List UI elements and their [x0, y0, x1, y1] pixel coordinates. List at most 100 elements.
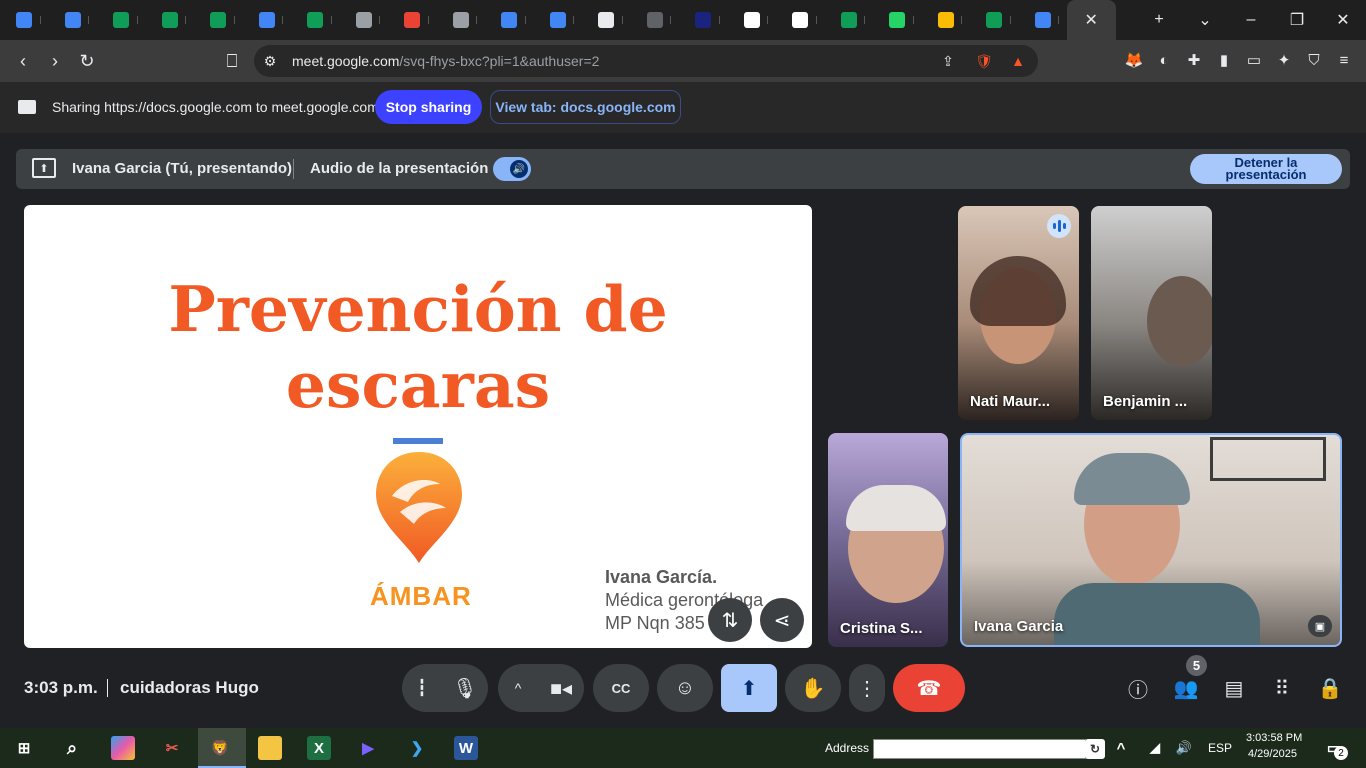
browser-tab[interactable]	[340, 0, 389, 40]
browser-tab[interactable]	[485, 0, 534, 40]
copilot-icon[interactable]	[111, 736, 135, 760]
browser-tab[interactable]	[243, 0, 292, 40]
participant-tile[interactable]: Benjamin ...	[1091, 206, 1212, 420]
volume-icon[interactable]: 🔊	[1172, 736, 1196, 760]
browser-tab[interactable]	[631, 0, 680, 40]
participant-tile-self[interactable]: Ivana Garcia ▣	[960, 433, 1342, 647]
browser-tab[interactable]	[776, 0, 825, 40]
divider	[293, 159, 294, 179]
file-explorer-icon[interactable]	[258, 736, 282, 760]
browser-tab[interactable]	[825, 0, 874, 40]
address-bar[interactable]: ⚙ meet.google.com/svq-fhys-bxc?pli=1&aut…	[254, 45, 1038, 77]
back-button[interactable]: ‹	[8, 46, 38, 76]
browser-tab[interactable]	[146, 0, 195, 40]
browser-tab[interactable]	[728, 0, 777, 40]
presentation-audio-toggle[interactable]: 🔊	[493, 157, 531, 181]
browser-tab[interactable]	[534, 0, 583, 40]
forward-button[interactable]: ›	[40, 46, 70, 76]
start-icon[interactable]: ⊞	[12, 736, 36, 760]
microphone-button[interactable]: 🎙	[442, 676, 488, 701]
participant-body	[1054, 583, 1260, 645]
browser-tab[interactable]	[49, 0, 98, 40]
host-controls-icon[interactable]: 🔒	[1317, 675, 1343, 701]
language-indicator[interactable]: ESP	[1208, 741, 1232, 755]
browser-tab[interactable]	[679, 0, 728, 40]
present-now-button[interactable]: ⬆	[721, 664, 777, 712]
browser-tab[interactable]	[970, 0, 1019, 40]
camera-options-chevron-icon[interactable]: ^	[498, 680, 538, 696]
browser-tab[interactable]	[922, 0, 971, 40]
address-input[interactable]	[873, 739, 1086, 759]
pip-icon[interactable]: ▣	[1308, 615, 1332, 637]
extensions-icon[interactable]: ✚	[1184, 50, 1204, 70]
vscode-icon[interactable]: ❯	[405, 736, 429, 760]
browser-tab[interactable]	[291, 0, 340, 40]
browser-tab[interactable]	[1019, 0, 1068, 40]
audio-level-icon: ┇	[417, 680, 427, 697]
chat-icon[interactable]: ▤	[1221, 675, 1247, 701]
swap-tiles-button[interactable]: ⇅	[708, 598, 752, 642]
browser-tab[interactable]	[0, 0, 49, 40]
view-tab-button[interactable]: View tab: docs.google.com	[490, 90, 681, 124]
close-tab-icon[interactable]: ✕	[1085, 10, 1098, 30]
menu-icon[interactable]: ≡	[1334, 50, 1354, 70]
tab-search-button[interactable]: ⌄	[1182, 0, 1228, 40]
new-tab-button[interactable]: +	[1136, 0, 1182, 40]
search-icon[interactable]: ⌕	[60, 736, 84, 760]
more-options-button[interactable]: ⋮	[849, 664, 885, 712]
docs-icon	[501, 12, 518, 28]
browser-tab[interactable]	[582, 0, 631, 40]
address-go-icon[interactable]: ↻	[1085, 739, 1105, 759]
active-tab[interactable]: ✕	[1067, 0, 1116, 40]
stop-sharing-button[interactable]: Stop sharing	[375, 90, 482, 124]
reactions-button[interactable]: ☺	[657, 664, 713, 712]
presented-slide: Prevención de escaras ÁMBAR Ivana García.…	[24, 205, 812, 648]
sheets-icon	[840, 12, 857, 28]
browser-tab[interactable]	[873, 0, 922, 40]
vpn-icon[interactable]: ⛉	[1304, 50, 1324, 70]
whatsapp-icon	[889, 12, 906, 28]
browser-tab[interactable]	[437, 0, 486, 40]
maximize-button[interactable]: ❐	[1274, 0, 1320, 40]
browser-tab[interactable]	[194, 0, 243, 40]
brave-shield-icon[interactable]: 🛡	[975, 53, 993, 69]
captions-button[interactable]: CC	[593, 664, 649, 712]
leo-ai-icon[interactable]: ✦	[1274, 50, 1294, 70]
brave-rewards-icon[interactable]: ▲	[1010, 53, 1026, 69]
activities-icon[interactable]: ⠿	[1269, 675, 1295, 701]
participant-tile[interactable]: Nati Maur...	[958, 206, 1079, 420]
share-slide-button[interactable]: ⋖	[760, 598, 804, 642]
site-info-icon[interactable]: ⚙	[262, 53, 278, 69]
media-player-icon[interactable]: ▶	[356, 736, 380, 760]
bookmark-icon[interactable]: ⎕	[217, 46, 247, 76]
browser-tab[interactable]	[388, 0, 437, 40]
sharing-infobar: Sharing https://docs.google.com to meet.…	[0, 82, 1366, 133]
taskbar-time[interactable]: 3:03:58 PM	[1246, 732, 1302, 744]
browser-tab[interactable]	[97, 0, 146, 40]
extension-fox-icon[interactable]: 🦊	[1124, 50, 1144, 70]
sheets-icon	[307, 12, 324, 28]
leave-call-button[interactable]: ☎	[893, 664, 965, 712]
tab-separator	[379, 16, 380, 24]
raise-hand-button[interactable]: ✋	[785, 664, 841, 712]
meeting-info-icon[interactable]: ⓘ	[1125, 675, 1151, 702]
stop-presenting-button[interactable]: Detener la presentación	[1190, 154, 1342, 184]
camera-button[interactable]: ■◂	[538, 676, 584, 701]
app-icon[interactable]: ✂	[160, 736, 184, 760]
close-window-button[interactable]: ✕	[1320, 0, 1366, 40]
word-icon[interactable]: W	[454, 736, 478, 760]
network-icon[interactable]: ◢	[1143, 736, 1167, 760]
taskbar-date[interactable]: 4/29/2025	[1248, 748, 1297, 760]
minimize-button[interactable]: –	[1228, 0, 1274, 40]
extension-shield-icon[interactable]: ◐	[1154, 50, 1174, 70]
reload-button[interactable]: ↻	[72, 46, 102, 76]
people-icon[interactable]: 👥	[1173, 675, 1199, 701]
wallet-icon[interactable]: ▭	[1244, 50, 1264, 70]
brave-icon[interactable]: 🦁	[208, 736, 232, 760]
share-icon[interactable]: ⇪	[940, 53, 956, 69]
sidebar-icon[interactable]: ▮	[1214, 50, 1234, 70]
participant-tile[interactable]: Cristina S...	[828, 433, 948, 647]
tray-chevron-icon[interactable]: ^	[1109, 736, 1133, 760]
tab-separator	[185, 16, 186, 24]
excel-icon[interactable]: X	[307, 736, 331, 760]
